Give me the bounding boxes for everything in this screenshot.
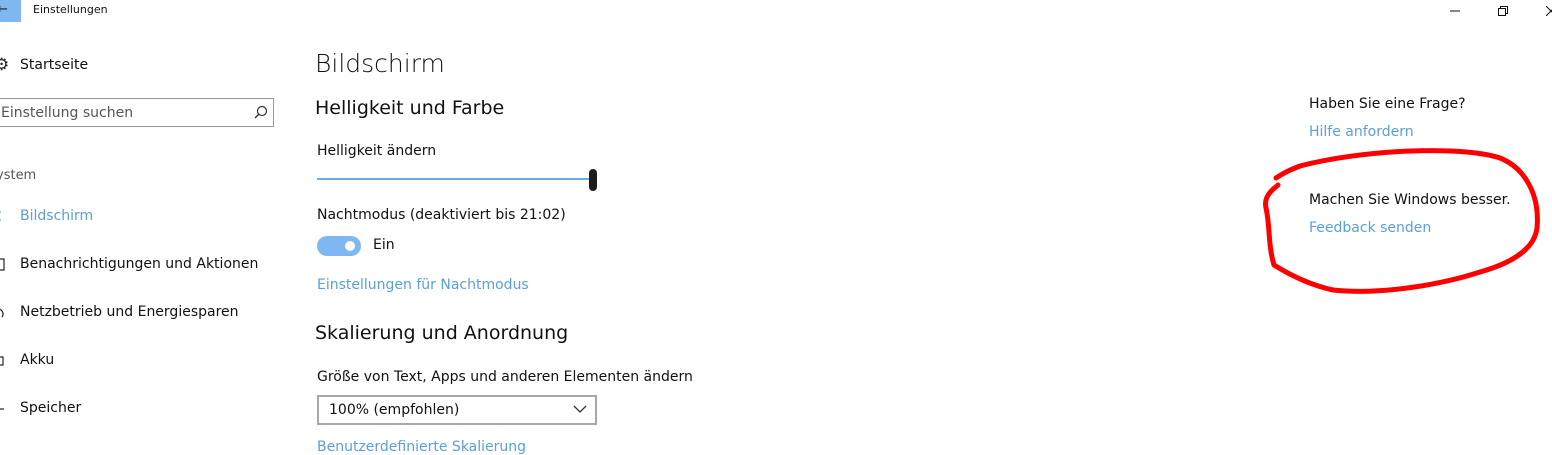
scaling-section-heading: Skalierung und Anordnung bbox=[315, 322, 569, 344]
sidebar-home-label: Startseite bbox=[20, 57, 89, 73]
chevron-down-icon bbox=[573, 405, 587, 413]
search-input[interactable] bbox=[1, 103, 241, 123]
brightness-slider[interactable] bbox=[317, 169, 597, 191]
close-button[interactable] bbox=[1528, 0, 1552, 22]
brightness-slider-thumb[interactable] bbox=[589, 169, 597, 191]
sidebar-item-display[interactable]: Bildschirm bbox=[0, 198, 285, 238]
sidebar-item-label: Benachrichtigungen und Aktionen bbox=[20, 256, 259, 272]
custom-scaling-link[interactable]: Benutzerdefinierte Skalierung bbox=[317, 439, 526, 455]
brightness-section-heading: Helligkeit und Farbe bbox=[315, 97, 505, 119]
night-mode-toggle[interactable] bbox=[317, 236, 361, 256]
night-mode-label: Nachtmodus (deaktiviert bis 21:02) bbox=[317, 207, 566, 223]
night-mode-state: Ein bbox=[373, 237, 395, 253]
notifications-icon bbox=[0, 258, 5, 271]
restore-icon bbox=[1498, 6, 1508, 16]
minimize-icon bbox=[1450, 10, 1460, 12]
sidebar-item-home[interactable]: ⚙ Startseite bbox=[0, 47, 285, 87]
display-icon bbox=[0, 211, 1, 221]
page-title: Bildschirm bbox=[315, 49, 445, 78]
brightness-label: Helligkeit ändern bbox=[317, 143, 437, 159]
sidebar-item-power[interactable]: Netzbetrieb und Energiesparen bbox=[0, 294, 285, 334]
settings-search-box[interactable] bbox=[0, 98, 274, 127]
question-heading: Haben Sie eine Frage? bbox=[1309, 96, 1466, 112]
feedback-link[interactable]: Feedback senden bbox=[1309, 220, 1431, 236]
sidebar-item-battery[interactable]: Akku bbox=[0, 342, 285, 382]
sidebar-item-label: Bildschirm bbox=[20, 208, 94, 224]
close-icon bbox=[1546, 6, 1552, 16]
restore-button[interactable] bbox=[1480, 0, 1526, 22]
gear-icon: ⚙ bbox=[0, 55, 10, 75]
power-icon bbox=[0, 308, 4, 318]
help-link[interactable]: Hilfe anfordern bbox=[1309, 124, 1414, 140]
scaling-dropdown-value: 100% (empfohlen) bbox=[329, 402, 460, 418]
brightness-slider-track[interactable] bbox=[317, 178, 591, 180]
sidebar-item-label: Akku bbox=[20, 352, 55, 368]
size-label: Größe von Text, Apps und anderen Element… bbox=[317, 369, 693, 385]
back-arrow-icon: ← bbox=[0, 2, 8, 17]
storage-icon bbox=[0, 408, 4, 410]
sidebar-item-label: Netzbetrieb und Energiesparen bbox=[20, 304, 239, 320]
toggle-knob bbox=[345, 241, 355, 251]
sidebar-item-notifications[interactable]: Benachrichtigungen und Aktionen bbox=[0, 246, 285, 286]
feedback-heading: Machen Sie Windows besser. bbox=[1309, 192, 1511, 208]
sidebar-item-label: Speicher bbox=[20, 400, 82, 416]
sidebar-item-storage[interactable]: Speicher bbox=[0, 390, 285, 430]
minimize-button[interactable] bbox=[1432, 0, 1478, 22]
battery-icon bbox=[0, 356, 4, 366]
sidebar-section-label: ystem bbox=[0, 168, 37, 183]
back-button[interactable]: ← bbox=[0, 0, 21, 22]
search-icon[interactable] bbox=[254, 105, 268, 119]
window-title: Einstellungen bbox=[33, 3, 108, 16]
scaling-dropdown[interactable]: 100% (empfohlen) bbox=[317, 395, 597, 425]
night-mode-settings-link[interactable]: Einstellungen für Nachtmodus bbox=[317, 277, 529, 293]
